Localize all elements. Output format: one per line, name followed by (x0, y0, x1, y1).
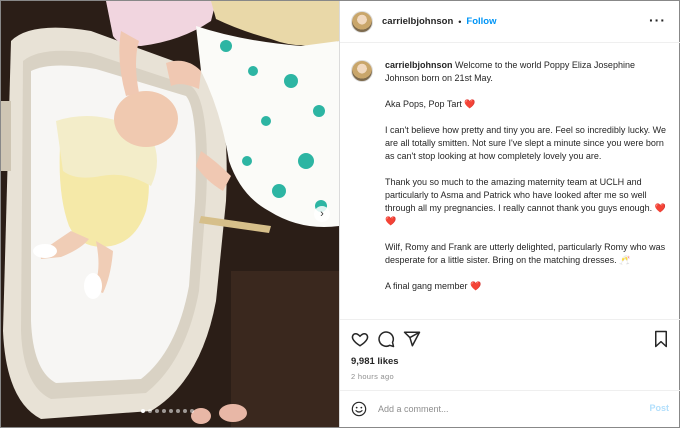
post-side-panel: carrielbjohnson • Follow ··· carrielbjoh… (339, 1, 680, 427)
emoji-icon[interactable] (351, 401, 367, 417)
carousel-dot (155, 409, 159, 413)
bookmark-icon[interactable] (653, 330, 669, 348)
caption-avatar[interactable] (351, 60, 373, 82)
caption-p6: A final gang member (385, 281, 468, 291)
carousel-dot (141, 409, 145, 413)
post-actions (340, 319, 680, 357)
caption-p4: Thank you so much to the amazing materni… (385, 177, 653, 213)
heart-emoji-icon: ❤️ (470, 281, 482, 291)
carousel-dot (176, 409, 180, 413)
caption-username[interactable]: carrielbjohnson (385, 60, 453, 70)
comment-input[interactable] (378, 402, 628, 416)
caption-p3: I can't believe how pretty and tiny you … (385, 125, 667, 161)
more-horizontal-icon[interactable]: ··· (649, 13, 666, 27)
caption-paragraph: A final gang member ❤️ (385, 280, 669, 293)
caption-p2: Aka Pops, Pop Tart (385, 99, 462, 109)
caption-paragraph: Aka Pops, Pop Tart ❤️ (385, 98, 669, 111)
post-caption: carrielbjohnson Welcome to the world Pop… (351, 59, 669, 306)
like-heart-icon[interactable] (351, 330, 369, 348)
comment-icon[interactable] (377, 330, 395, 348)
author-username[interactable]: carrielbjohnson (382, 16, 453, 27)
toast-emoji-icon: 🥂 (619, 255, 631, 265)
follow-button[interactable]: Follow (466, 16, 496, 27)
heart-emoji-icon: ❤️ (464, 99, 476, 109)
likes-count[interactable]: 9,981 likes (351, 356, 399, 367)
caption-paragraph: Thank you so much to the amazing materni… (385, 176, 669, 228)
caption-paragraph: I can't believe how pretty and tiny you … (385, 124, 669, 163)
carousel-dot (190, 409, 194, 413)
caption-paragraph: carrielbjohnson Welcome to the world Pop… (385, 59, 669, 85)
chevron-right-icon: › (320, 208, 324, 220)
post-header: carrielbjohnson • Follow ··· (340, 1, 680, 43)
post-comment-button[interactable]: Post (649, 403, 669, 413)
caption-paragraph: Wilf, Romy and Frank are utterly delight… (385, 241, 669, 267)
header-separator: • (458, 16, 462, 27)
comment-bar: Post (340, 390, 680, 427)
share-icon[interactable] (403, 330, 421, 348)
carousel-dot (148, 409, 152, 413)
post-timestamp[interactable]: 2 hours ago (351, 372, 394, 381)
carousel-next-button[interactable]: › (314, 206, 330, 222)
carousel-dot (169, 409, 173, 413)
author-avatar[interactable] (351, 10, 373, 33)
photo-illustration (1, 1, 339, 427)
post-photo[interactable]: › (1, 1, 339, 427)
instagram-post-modal: › carrielbjohnson • Follow ··· carrielbj… (0, 0, 680, 428)
carousel-dots (141, 409, 194, 413)
carousel-dot (183, 409, 187, 413)
carousel-dot (162, 409, 166, 413)
caption-text: carrielbjohnson Welcome to the world Pop… (385, 59, 669, 306)
